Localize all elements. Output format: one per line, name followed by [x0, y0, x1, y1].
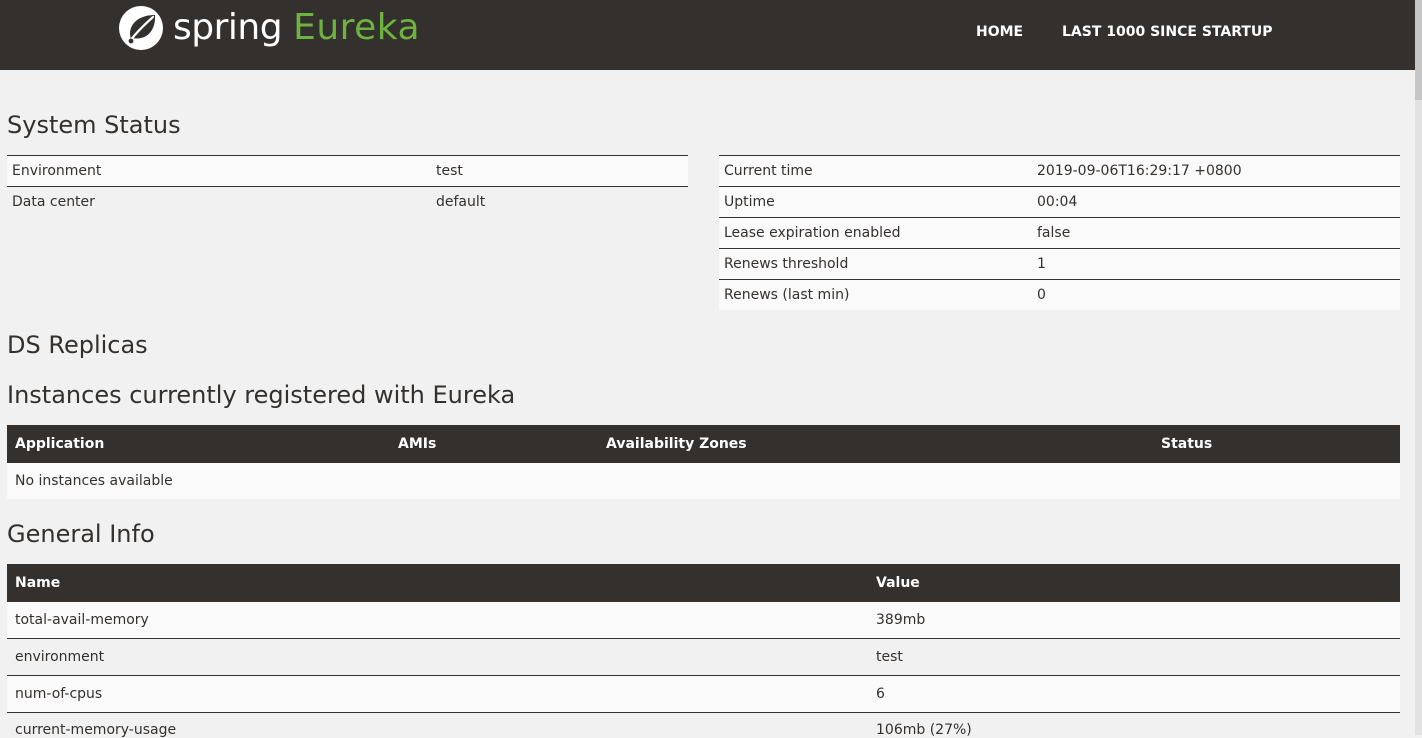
info-name: total-avail-memory — [15, 612, 149, 628]
ds-replicas-title: DS Replicas — [7, 331, 148, 359]
row-label: Environment — [12, 163, 102, 179]
info-value: 106mb (27%) — [876, 722, 972, 738]
logo-spring-text: spring — [173, 7, 283, 48]
table-row: Current time 2019-09-06T16:29:17 +0800 — [719, 156, 1400, 187]
navbar: spring Eureka HOME LAST 1000 SINCE START… — [0, 0, 1415, 70]
system-status-right-table: Current time 2019-09-06T16:29:17 +0800 U… — [719, 155, 1400, 310]
vertical-scrollbar[interactable] — [1415, 0, 1422, 735]
row-label: Renews (last min) — [724, 287, 850, 303]
table-row: total-avail-memory 389mb — [7, 602, 1400, 639]
instances-title: Instances currently registered with Eure… — [7, 381, 516, 409]
row-value: false — [1037, 225, 1071, 241]
scrollbar-thumb[interactable] — [1415, 0, 1422, 100]
row-value: 0 — [1037, 287, 1046, 303]
table-row: Renews (last min) 0 — [719, 280, 1400, 310]
logo-eureka-text: Eureka — [293, 7, 421, 48]
row-label: Lease expiration enabled — [724, 225, 901, 241]
info-value: 389mb — [876, 612, 926, 628]
instances-empty-row: No instances available — [7, 463, 1400, 499]
row-value: 00:04 — [1037, 194, 1078, 210]
row-label: Uptime — [724, 194, 775, 210]
table-row: Data center default — [7, 187, 688, 217]
column-header-application: Application — [15, 436, 105, 452]
table-row: current-memory-usage 106mb (27%) — [7, 713, 1400, 738]
row-label: Renews threshold — [724, 256, 849, 272]
column-header-name: Name — [15, 575, 61, 591]
system-status-left-table: Environment test Data center default — [7, 155, 688, 217]
info-value: 6 — [876, 686, 885, 702]
empty-message: No instances available — [15, 473, 173, 489]
table-row: Lease expiration enabled false — [719, 218, 1400, 249]
row-value: 1 — [1037, 256, 1046, 272]
system-status-title: System Status — [7, 111, 181, 139]
nav-home-link[interactable]: HOME — [976, 24, 1023, 40]
row-label: Current time — [724, 163, 813, 179]
row-label: Data center — [12, 194, 95, 210]
table-row: Uptime 00:04 — [719, 187, 1400, 218]
spring-leaf-icon — [119, 6, 163, 50]
table-row: environment test — [7, 639, 1400, 676]
row-value: 2019-09-06T16:29:17 +0800 — [1037, 163, 1242, 179]
general-info-table-header: Name Value — [7, 564, 1400, 602]
table-row: Renews threshold 1 — [719, 249, 1400, 280]
row-value: default — [436, 194, 486, 210]
nav-last1000-link[interactable]: LAST 1000 SINCE STARTUP — [1062, 24, 1273, 40]
info-name: current-memory-usage — [15, 722, 177, 738]
table-row: Environment test — [7, 156, 688, 187]
column-header-status: Status — [1161, 436, 1213, 452]
logo[interactable]: spring Eureka — [118, 5, 420, 51]
info-value: test — [876, 649, 903, 665]
column-header-value: Value — [876, 575, 920, 591]
table-row: num-of-cpus 6 — [7, 676, 1400, 713]
info-name: environment — [15, 649, 105, 665]
general-info-title: General Info — [7, 520, 155, 548]
instances-table-header: Application AMIs Availability Zones Stat… — [7, 425, 1400, 463]
info-name: num-of-cpus — [15, 686, 103, 702]
row-value: test — [436, 163, 463, 179]
column-header-amis: AMIs — [398, 436, 437, 452]
column-header-availability-zones: Availability Zones — [606, 436, 747, 452]
